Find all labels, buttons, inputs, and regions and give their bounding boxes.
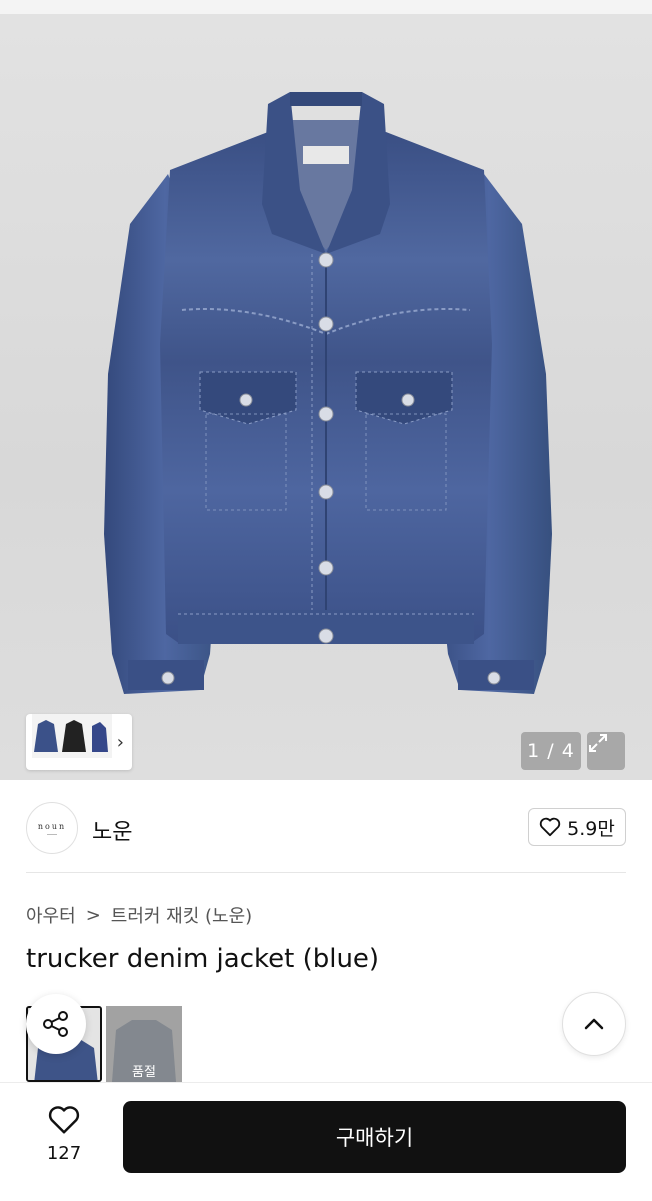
brand-name[interactable]: 노운 [92,814,132,846]
brand-like-count: 5.9만 [567,817,615,840]
status-strip [0,0,652,15]
scroll-top-button[interactable] [562,992,626,1056]
swatch-grey[interactable]: 품절 [106,1006,182,1082]
brand-row: noun 노운 5.9만 [0,780,652,872]
heart-icon [539,817,561,837]
share-button[interactable] [26,994,86,1054]
breadcrumb-subcategory[interactable]: 트러커 재킷 (노운) [111,902,252,928]
product-image-gallery[interactable]: › 1 / 4 [0,14,652,780]
divider [26,872,626,873]
brand-like-button[interactable]: 5.9만 [528,808,626,846]
wishlist-button[interactable]: 127 [34,1105,94,1164]
image-pager: 1 / 4 [521,732,581,770]
wishlist-count: 127 [46,1143,82,1164]
expand-button[interactable] [587,732,625,770]
pager-text: 1 / 4 [527,740,575,762]
share-icon [43,1011,68,1037]
swatch-soldout-label: 품절 [132,1065,156,1080]
bottom-bar: 127 구매하기 [0,1082,652,1201]
buy-button[interactable]: 구매하기 [123,1101,626,1173]
breadcrumb-separator: > [85,904,101,926]
breadcrumb: 아우터 > 트러커 재킷 (노운) [26,902,252,928]
thumbnail-images[interactable] [32,714,112,758]
chevron-right-icon[interactable]: › [117,732,124,753]
brand-logo-text: noun [37,821,67,831]
product-title: trucker denim jacket (blue) [26,944,380,974]
chevron-up-icon [584,1018,604,1030]
expand-icon [589,734,607,752]
thumbnail-strip[interactable]: › [26,714,132,770]
denim-jacket-image [104,92,552,694]
breadcrumb-category[interactable]: 아우터 [26,902,76,928]
heart-icon [48,1106,80,1134]
brand-logo[interactable]: noun [26,802,78,854]
